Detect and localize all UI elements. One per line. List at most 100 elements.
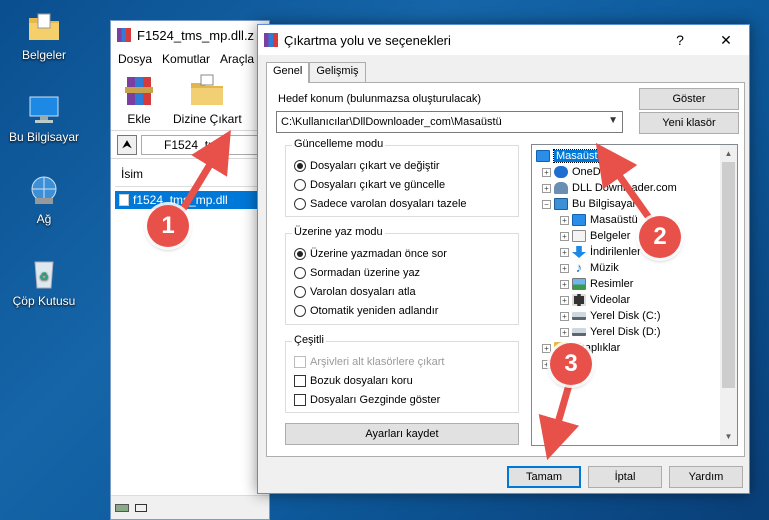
update-option-freshen[interactable]: Sadece varolan dosyaları tazele (294, 198, 467, 210)
up-folder-button[interactable]: ⮝ (117, 134, 137, 155)
expand-icon[interactable]: + (560, 263, 569, 273)
winrar-pathbar: ⮝ F1524_tms (111, 131, 269, 159)
expand-icon[interactable]: + (560, 327, 569, 337)
help-button[interactable]: ? (657, 25, 703, 55)
option-label: Üzerine yazmadan önce sor (310, 248, 447, 260)
column-header-name[interactable]: İsim (115, 163, 269, 187)
expand-icon[interactable]: + (560, 311, 569, 321)
pictures-icon (572, 278, 586, 290)
desktop-icon (572, 214, 586, 226)
general-tab-panel: Hedef konum (bulunmazsa oluşturulacak) C… (266, 82, 745, 457)
save-settings-button[interactable]: Ayarları kaydet (285, 423, 519, 445)
chevron-down-icon[interactable]: ▼ (608, 115, 618, 126)
tree-item-label: Videolar (590, 294, 631, 306)
tree-item-downloads[interactable]: + İndirilenler (560, 244, 641, 260)
add-button[interactable]: Ekle (119, 73, 159, 130)
cancel-button[interactable]: İptal (588, 466, 662, 488)
misc-option-show-in-explorer[interactable]: Dosyaları Gezginde göster (294, 394, 440, 406)
desktop-icon-recycle-bin[interactable]: ♻ Çöp Kutusu (6, 256, 82, 308)
expand-icon[interactable]: + (542, 167, 551, 177)
tree-item-pictures[interactable]: + Resimler (560, 276, 633, 292)
tree-item-desktop[interactable]: + Masaüstü (560, 212, 638, 228)
overwrite-option-without-prompt[interactable]: Sormadan üzerine yaz (294, 267, 420, 279)
expand-icon[interactable]: + (560, 279, 569, 289)
update-option-update[interactable]: Dosyaları çıkart ve güncelle (294, 179, 445, 191)
drive-status-icon (115, 503, 129, 512)
misc-title: Çeşitli (292, 334, 326, 346)
close-button[interactable]: ✕ (703, 25, 749, 55)
ok-button[interactable]: Tamam (507, 466, 581, 488)
expand-icon[interactable]: + (542, 183, 551, 193)
archive-path-field[interactable]: F1524_tms (141, 134, 269, 155)
drive-icon (572, 312, 586, 320)
tree-item-user[interactable]: + DLL Downloader.com (542, 180, 677, 196)
tree-item-drive-c[interactable]: + Yerel Disk (C:) (560, 308, 661, 324)
tree-item-desktop-root[interactable]: Masaüstü (536, 148, 607, 164)
expand-icon[interactable]: + (542, 343, 551, 353)
desktop-icon-network[interactable]: Ağ (6, 174, 82, 226)
menu-item-tools[interactable]: Araçla (220, 52, 254, 66)
radio-unchecked[interactable] (294, 267, 306, 279)
winrar-app-icon (264, 33, 278, 47)
collapse-icon[interactable]: − (542, 199, 551, 209)
network-icon (27, 174, 61, 208)
extract-dialog: Çıkartma yolu ve seçenekleri ? ✕ Genel G… (257, 24, 750, 494)
radio-checked[interactable] (294, 248, 306, 260)
dialog-title: Çıkartma yolu ve seçenekleri (284, 32, 451, 48)
menu-item-file[interactable]: Dosya (118, 52, 152, 66)
file-list-item[interactable]: f1524_tms_mp.dll (115, 191, 263, 209)
radio-checked[interactable] (294, 160, 306, 172)
update-option-replace[interactable]: Dosyaları çıkart ve değiştir (294, 160, 440, 172)
radio-unchecked[interactable] (294, 286, 306, 298)
tab-general[interactable]: Genel (266, 62, 310, 83)
tab-advanced[interactable]: Gelişmiş (309, 62, 366, 82)
checkbox-unchecked[interactable] (294, 394, 306, 406)
scrollbar-thumb[interactable] (722, 162, 735, 388)
folder-tree[interactable]: Masaüstü + OneDrive + DLL Downloader.com… (531, 144, 738, 446)
winrar-titlebar: F1524_tms_mp.dll.z (111, 21, 269, 49)
overwrite-mode-title: Üzerine yaz modu (292, 226, 385, 238)
documents-icon (572, 230, 586, 242)
destination-path-combo[interactable]: C:\Kullanıcılar\DllDownloader_com\Masaüs… (276, 111, 623, 133)
tree-item-music[interactable]: + ♪ Müzik (560, 260, 619, 276)
expand-icon[interactable]: + (560, 215, 569, 225)
checkbox-unchecked[interactable] (294, 375, 306, 387)
tree-item-documents[interactable]: + Belgeler (560, 228, 630, 244)
help-text-button[interactable]: Yardım (669, 466, 743, 488)
overwrite-mode-group: Üzerine yaz modu Üzerine yazmadan önce s… (285, 226, 519, 325)
extract-to-button[interactable]: Dizine Çıkart (173, 73, 242, 130)
option-label: Varolan dosyaları atla (310, 286, 416, 298)
tree-item-drive-d[interactable]: + Yerel Disk (D:) (560, 324, 661, 340)
show-button[interactable]: Göster (639, 88, 739, 110)
radio-unchecked[interactable] (294, 179, 306, 191)
tree-scrollbar[interactable]: ▲ ▼ (720, 145, 737, 445)
option-label: Sadece varolan dosyaları tazele (310, 198, 467, 210)
tree-item-onedrive[interactable]: + OneDrive (542, 164, 618, 180)
overwrite-option-skip[interactable]: Varolan dosyaları atla (294, 286, 416, 298)
expand-icon[interactable]: + (560, 231, 569, 241)
desktop-icon-computer[interactable]: Bu Bilgisayar (6, 92, 82, 144)
tree-item-this-pc[interactable]: − Bu Bilgisayar (542, 196, 636, 212)
svg-text:♻: ♻ (39, 271, 49, 283)
expand-icon[interactable]: + (560, 247, 569, 257)
file-name: f1524_tms_mp.dll (133, 193, 228, 207)
new-folder-button[interactable]: Yeni klasör (639, 112, 739, 134)
dialog-titlebar: Çıkartma yolu ve seçenekleri ? ✕ (258, 25, 749, 55)
tree-item-label: Masaüstü (553, 149, 607, 163)
overwrite-option-rename[interactable]: Otomatik yeniden adlandır (294, 305, 438, 317)
menu-item-commands[interactable]: Komutlar (162, 52, 210, 66)
radio-unchecked[interactable] (294, 198, 306, 210)
option-label: Dosyaları Gezginde göster (310, 394, 441, 406)
option-label: Otomatik yeniden adlandır (310, 305, 439, 317)
scroll-down-icon[interactable]: ▼ (720, 428, 737, 445)
folder-documents-icon (27, 10, 61, 44)
radio-unchecked[interactable] (294, 305, 306, 317)
computer-icon (554, 198, 568, 210)
overwrite-option-ask[interactable]: Üzerine yazmadan önce sor (294, 248, 447, 260)
tree-item-videos[interactable]: + Videolar (560, 292, 630, 308)
misc-option-keep-broken[interactable]: Bozuk dosyaları koru (294, 375, 413, 387)
winrar-menubar: Dosya Komutlar Araçla (111, 49, 269, 69)
desktop-icon-documents[interactable]: Belgeler (6, 10, 82, 62)
scroll-up-icon[interactable]: ▲ (720, 145, 737, 162)
expand-icon[interactable]: + (560, 295, 569, 305)
